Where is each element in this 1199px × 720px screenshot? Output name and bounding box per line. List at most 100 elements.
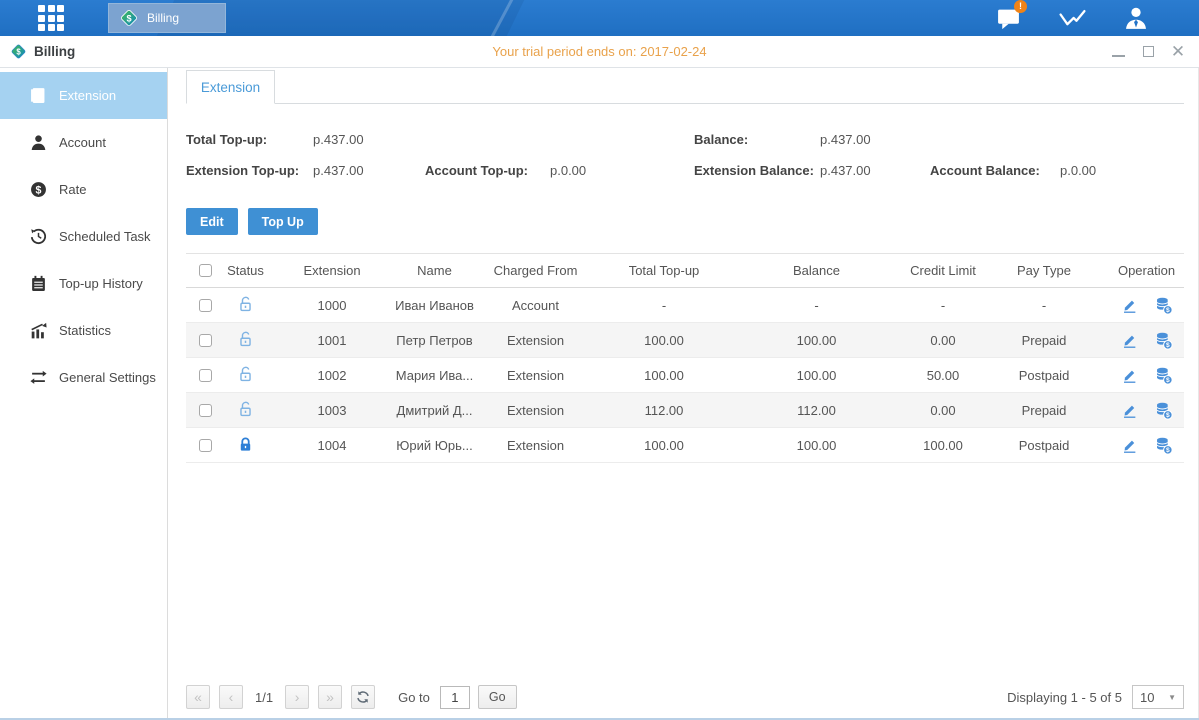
charged-from-cell: Extension	[478, 403, 593, 418]
svg-text:$: $	[1166, 342, 1170, 349]
notification-badge: !	[1014, 0, 1027, 13]
page-size-value: 10	[1140, 690, 1154, 705]
edit-pencil-icon[interactable]	[1121, 402, 1138, 419]
pay-type-cell: -	[988, 298, 1100, 313]
pagination-bar: « ‹ 1/1 › » Go to Go Displaying 1 - 5 of…	[186, 685, 1184, 709]
apps-grid-icon[interactable]	[38, 5, 64, 31]
name-cell: Мария Ива...	[391, 368, 478, 383]
table-header: StatusExtensionNameCharged FromTotal Top…	[186, 253, 1184, 288]
credit-limit-cell: -	[898, 298, 988, 313]
goto-page-input[interactable]	[440, 686, 470, 709]
charged-from-cell: Extension	[478, 333, 593, 348]
settings-icon	[30, 369, 47, 386]
svg-text:$: $	[1166, 307, 1170, 314]
credit-limit-cell: 0.00	[898, 403, 988, 418]
top-system-bar: $ Billing !	[0, 0, 1199, 36]
extensions-table: StatusExtensionNameCharged FromTotal Top…	[186, 253, 1184, 463]
topup-coins-icon[interactable]: $	[1154, 436, 1173, 455]
account-balance-label: Account Balance:	[930, 163, 1060, 178]
account-topup-value: p.0.00	[550, 163, 670, 178]
page-size-select[interactable]: 10 ▼	[1132, 685, 1184, 709]
billing-diamond-icon: $	[10, 43, 27, 60]
edit-button[interactable]: Edit	[186, 208, 238, 235]
extension-cell: 1001	[273, 333, 391, 348]
tab-extension[interactable]: Extension	[186, 70, 275, 104]
svg-text:$: $	[36, 184, 42, 196]
topup-coins-icon[interactable]: $	[1154, 296, 1173, 315]
row-checkbox[interactable]	[199, 404, 212, 417]
column-header-pay-type: Pay Type	[988, 263, 1100, 278]
maximize-icon[interactable]	[1141, 45, 1155, 59]
topbar-decoration-line	[486, 0, 518, 36]
tab-strip: Extension	[186, 70, 1184, 104]
balance-summary: Total Top-up: p.437.00 Extension Top-up:…	[186, 124, 1184, 186]
extension-balance-label: Extension Balance:	[694, 163, 820, 178]
sidebar-item-statistics[interactable]: Statistics	[0, 307, 167, 354]
close-icon[interactable]: ✕	[1171, 45, 1185, 59]
topup-coins-icon[interactable]: $	[1154, 366, 1173, 385]
edit-pencil-icon[interactable]	[1121, 297, 1138, 314]
svg-text:$: $	[126, 13, 131, 23]
select-all-checkbox[interactable]	[199, 264, 212, 277]
next-page-button[interactable]: ›	[285, 685, 309, 709]
chevron-down-icon: ▼	[1168, 693, 1176, 702]
sidebar-item-top-up-history[interactable]: Top-up History	[0, 260, 167, 307]
sidebar-item-scheduled-task[interactable]: Scheduled Task	[0, 213, 167, 260]
sidebar-item-label: Account	[59, 135, 106, 150]
account-icon	[30, 134, 47, 151]
column-header-balance: Balance	[735, 263, 898, 278]
table-row: 1000 Иван Иванов Account - - - - $	[186, 288, 1184, 323]
column-header-total-top-up: Total Top-up	[593, 263, 735, 278]
total-topup-cell: -	[593, 298, 735, 313]
balance-cell: 100.00	[735, 438, 898, 453]
svg-text:$: $	[1166, 447, 1170, 454]
column-header-charged-from: Charged From	[478, 263, 593, 278]
taskbar-tab-billing[interactable]: $ Billing	[108, 3, 226, 33]
last-page-button[interactable]: »	[318, 685, 342, 709]
minimize-icon[interactable]	[1111, 45, 1125, 59]
page-indicator: 1/1	[255, 690, 273, 705]
edit-pencil-icon[interactable]	[1121, 437, 1138, 454]
sidebar-item-general-settings[interactable]: General Settings	[0, 354, 167, 401]
row-checkbox[interactable]	[199, 439, 212, 452]
balance-label: Balance:	[694, 132, 820, 147]
account-balance-value: p.0.00	[1060, 163, 1170, 178]
column-header-extension: Extension	[273, 263, 391, 278]
topup-coins-icon[interactable]: $	[1154, 331, 1173, 350]
notifications-chat-icon[interactable]: !	[993, 3, 1023, 33]
extension-topup-value: p.437.00	[313, 163, 425, 178]
user-account-icon[interactable]	[1121, 3, 1151, 33]
account-topup-label: Account Top-up:	[425, 163, 550, 178]
pay-type-cell: Prepaid	[988, 403, 1100, 418]
row-checkbox[interactable]	[199, 369, 212, 382]
edit-pencil-icon[interactable]	[1121, 367, 1138, 384]
billing-app-window: $ Billing ! $ Billing Your trial period …	[0, 0, 1199, 720]
total-topup-value: p.437.00	[313, 132, 425, 147]
charged-from-cell: Account	[478, 298, 593, 313]
balance-cell: -	[735, 298, 898, 313]
topup-coins-icon[interactable]: $	[1154, 401, 1173, 420]
extension-topup-label: Extension Top-up:	[186, 163, 313, 178]
go-button[interactable]: Go	[478, 685, 517, 709]
monitor-chart-icon[interactable]	[1057, 3, 1087, 33]
sidebar-item-account[interactable]: Account	[0, 119, 167, 166]
charged-from-cell: Extension	[478, 368, 593, 383]
row-checkbox[interactable]	[199, 299, 212, 312]
prev-page-button[interactable]: ‹	[219, 685, 243, 709]
extension-balance-value: p.437.00	[820, 163, 930, 178]
lock-open-icon	[237, 330, 254, 351]
row-checkbox[interactable]	[199, 334, 212, 347]
table-row: 1004 Юрий Юрь... Extension 100.00 100.00…	[186, 428, 1184, 463]
sidebar-item-extension[interactable]: Extension	[0, 72, 167, 119]
svg-text:$: $	[1166, 412, 1170, 419]
refresh-button[interactable]	[351, 685, 375, 709]
first-page-button[interactable]: «	[186, 685, 210, 709]
balance-cell: 100.00	[735, 333, 898, 348]
pay-type-cell: Postpaid	[988, 368, 1100, 383]
edit-pencil-icon[interactable]	[1121, 332, 1138, 349]
goto-label: Go to	[398, 690, 430, 705]
top-up-button[interactable]: Top Up	[248, 208, 318, 235]
svg-text:$: $	[16, 47, 21, 56]
column-header-operation: Operation	[1100, 263, 1193, 278]
sidebar-item-rate[interactable]: $ Rate	[0, 166, 167, 213]
